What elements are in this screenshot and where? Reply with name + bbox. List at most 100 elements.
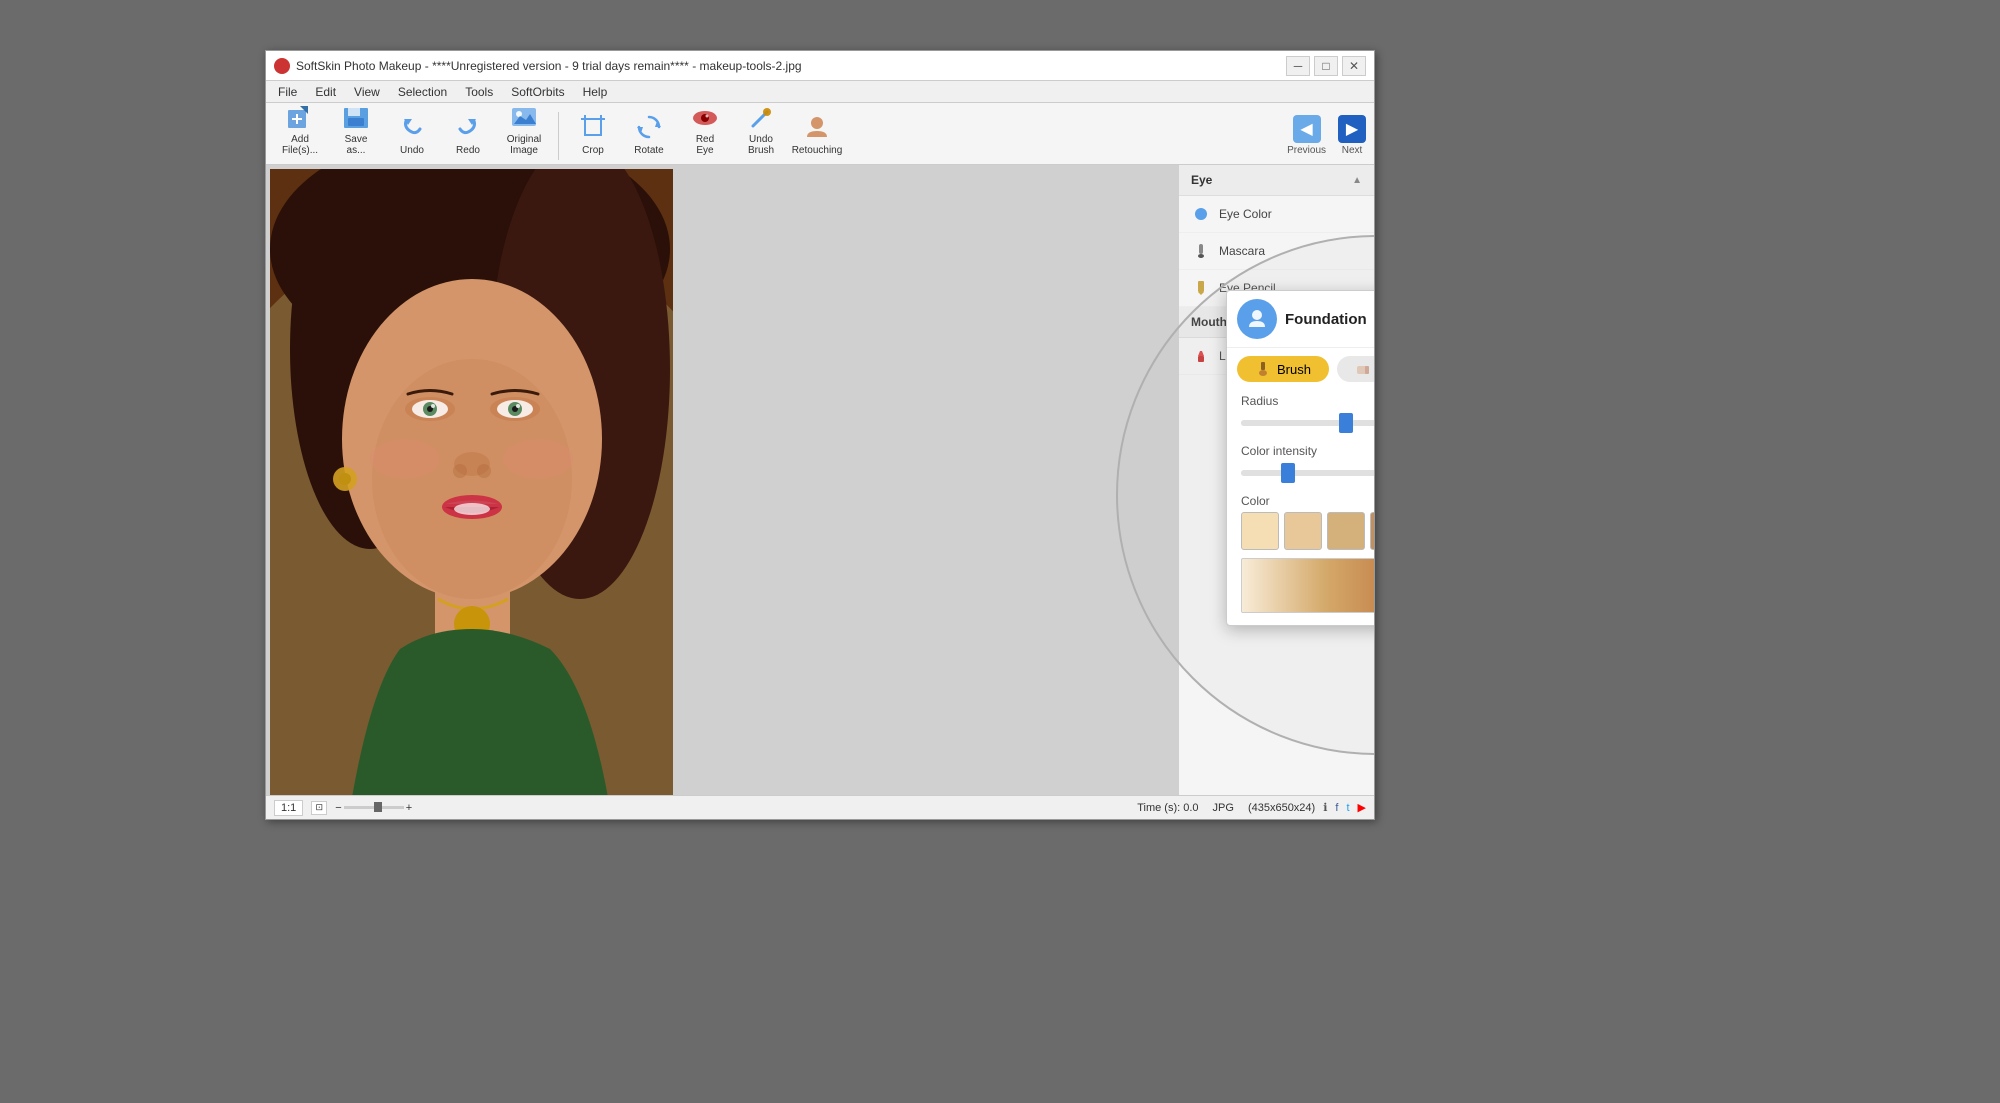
color-label: Color (1227, 490, 1374, 512)
color-swatch-2[interactable] (1284, 512, 1322, 550)
original-image-button[interactable]: OriginalImage (498, 106, 550, 160)
photo-canvas[interactable] (270, 169, 673, 795)
menu-bar: File Edit View Selection Tools SoftOrbit… (266, 81, 1374, 103)
save-as-button[interactable]: Saveas... (330, 106, 382, 160)
add-files-label: AddFile(s)... (282, 134, 318, 156)
color-intensity-label: Color intensity (1241, 444, 1374, 458)
retouching-button[interactable]: Retouching (791, 106, 843, 160)
color-gradient-picker[interactable] (1241, 558, 1374, 613)
undo-button[interactable]: Undo (386, 106, 438, 160)
add-files-button[interactable]: AddFile(s)... (274, 106, 326, 160)
add-files-icon (284, 104, 316, 132)
zoom-level: 1:1 (274, 800, 303, 816)
color-swatches (1227, 512, 1374, 550)
crop-button[interactable]: Crop (567, 106, 619, 160)
info-icon: ℹ (1323, 801, 1327, 814)
foundation-panel: Foundation ✕ Brush Eraser (1226, 290, 1374, 626)
original-image-label: OriginalImage (507, 134, 541, 156)
color-swatch-4[interactable] (1370, 512, 1374, 550)
undo-brush-button[interactable]: UndoBrush (735, 106, 787, 160)
undo-label: Undo (400, 145, 424, 156)
menu-softorbits[interactable]: SoftOrbits (503, 83, 572, 101)
undo-icon (396, 111, 428, 143)
menu-file[interactable]: File (270, 83, 305, 101)
eye-section-chevron: ▲ (1352, 175, 1362, 186)
next-label: Next (1342, 145, 1363, 156)
app-icon (274, 58, 290, 74)
color-swatch-1[interactable] (1241, 512, 1279, 550)
menu-tools[interactable]: Tools (457, 83, 501, 101)
toolbar-separator-1 (558, 112, 559, 160)
red-eye-label: RedEye (696, 134, 714, 156)
eye-color-label: Eye Color (1219, 207, 1272, 221)
redo-icon (452, 111, 484, 143)
foundation-title: Foundation (1285, 311, 1367, 328)
save-as-icon (340, 104, 372, 132)
zoom-slider[interactable]: − + (335, 802, 412, 814)
crop-icon (577, 111, 609, 143)
toolbar: AddFile(s)... Saveas... Undo (266, 103, 1374, 165)
color-intensity-thumb[interactable] (1281, 463, 1295, 483)
eye-section-label: Eye (1191, 173, 1212, 187)
title-bar: SoftSkin Photo Makeup - ****Unregistered… (266, 51, 1374, 81)
original-image-icon (508, 104, 540, 132)
crop-label: Crop (582, 145, 604, 156)
menu-help[interactable]: Help (575, 83, 616, 101)
undo-brush-label: UndoBrush (748, 134, 774, 156)
close-button[interactable]: ✕ (1342, 56, 1366, 76)
youtube-icon[interactable]: ▶ (1358, 801, 1366, 814)
sidebar-item-eye-color[interactable]: Eye Color (1179, 196, 1374, 233)
rotate-label: Rotate (634, 145, 663, 156)
retouching-label: Retouching (792, 145, 843, 156)
menu-view[interactable]: View (346, 83, 388, 101)
radius-label: Radius (1241, 394, 1374, 408)
eye-color-icon (1191, 204, 1211, 224)
redo-button[interactable]: Redo (442, 106, 494, 160)
radius-thumb[interactable] (1339, 413, 1353, 433)
eye-section-header[interactable]: Eye ▲ (1179, 165, 1374, 196)
previous-arrow-button[interactable]: ◀ (1293, 115, 1321, 143)
mascara-label: Mascara (1219, 244, 1265, 258)
status-bar: 1:1 ⊡ − + Time (s): 0.0 JPG (435x650x24)… (266, 795, 1374, 819)
color-intensity-track[interactable] (1241, 470, 1374, 476)
facebook-icon[interactable]: f (1335, 802, 1338, 814)
canvas-area: Foundation ✕ Brush Eraser (266, 165, 1374, 795)
app-window: SoftSkin Photo Makeup - ****Unregistered… (265, 50, 1375, 820)
zoom-minus-icon[interactable]: − (335, 802, 341, 814)
color-intensity-section: Color intensity 25 (1227, 440, 1374, 490)
color-intensity-slider-row: 25 (1241, 462, 1374, 484)
next-arrow-button[interactable]: ▶ (1338, 115, 1366, 143)
brush-eraser-tabs: Brush Eraser (1227, 348, 1374, 390)
photo-svg (270, 169, 673, 795)
red-eye-button[interactable]: RedEye (679, 106, 731, 160)
previous-label: Previous (1287, 145, 1326, 156)
radius-track[interactable] (1241, 420, 1374, 426)
red-eye-icon (689, 104, 721, 132)
maximize-button[interactable]: □ (1314, 56, 1338, 76)
zoom-plus-icon[interactable]: + (406, 802, 412, 814)
dimensions-display: (435x650x24) (1248, 802, 1315, 814)
eraser-tab[interactable]: Eraser (1337, 356, 1374, 382)
window-title: SoftSkin Photo Makeup - ****Unregistered… (296, 59, 802, 73)
minimize-button[interactable]: ─ (1286, 56, 1310, 76)
color-swatch-3[interactable] (1327, 512, 1365, 550)
time-display: Time (s): 0.0 (1137, 802, 1198, 814)
title-bar-left: SoftSkin Photo Makeup - ****Unregistered… (274, 58, 802, 74)
lipstick-icon (1191, 346, 1211, 366)
twitter-icon[interactable]: t (1346, 802, 1349, 814)
radius-section: Radius 50 (1227, 390, 1374, 440)
mascara-icon (1191, 241, 1211, 261)
menu-edit[interactable]: Edit (307, 83, 344, 101)
fit-icon[interactable]: ⊡ (311, 801, 327, 815)
undo-brush-icon (745, 104, 777, 132)
eye-pencil-icon (1191, 278, 1211, 298)
retouching-icon (801, 111, 833, 143)
rotate-button[interactable]: Rotate (623, 106, 675, 160)
redo-label: Redo (456, 145, 480, 156)
sidebar-item-mascara[interactable]: Mascara (1179, 233, 1374, 270)
foundation-panel-header: Foundation ✕ (1227, 291, 1374, 348)
brush-tab-label: Brush (1277, 362, 1311, 377)
menu-selection[interactable]: Selection (390, 83, 455, 101)
mouth-section-label: Mouth (1191, 315, 1227, 329)
brush-tab[interactable]: Brush (1237, 356, 1329, 382)
